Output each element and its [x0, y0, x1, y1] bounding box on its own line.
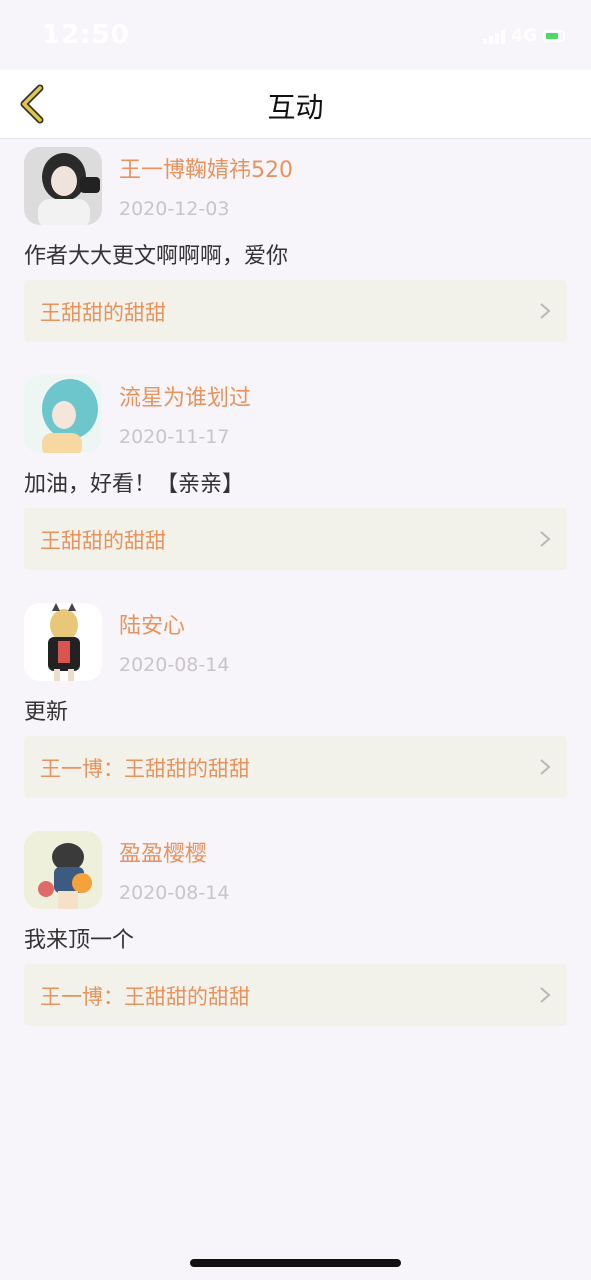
username[interactable]: 王一博鞠婧祎520: [119, 152, 293, 184]
avatar[interactable]: [24, 375, 102, 453]
avatar[interactable]: [24, 147, 102, 225]
comment-date: 2020-12-03: [119, 198, 230, 220]
status-bar: 12:50 4G: [0, 0, 591, 70]
comment-item: 盈盈樱樱 2020-08-14 我来顶一个 王一博：王甜甜的甜甜: [0, 822, 591, 1050]
signal-icon: [483, 28, 506, 44]
reference-title: 王甜甜的甜甜: [40, 529, 166, 553]
chevron-right-icon: [540, 759, 551, 775]
reference-link[interactable]: 王甜甜的甜甜: [24, 508, 567, 570]
username[interactable]: 流星为谁划过: [119, 380, 251, 412]
username[interactable]: 盈盈樱樱: [119, 836, 207, 868]
network-type: 4G: [511, 26, 537, 46]
page-title: 互动: [267, 91, 324, 124]
chevron-right-icon: [540, 303, 551, 319]
comment-text: 作者大大更文啊啊啊，爱你: [24, 244, 289, 269]
comment-list: 王一博鞠婧祎520 2020-12-03 作者大大更文啊啊啊，爱你 王甜甜的甜甜…: [0, 138, 591, 1050]
battery-icon: [543, 30, 565, 42]
comment-text: 加油，好看！【亲亲】: [24, 472, 245, 497]
comment-date: 2020-11-17: [119, 426, 230, 448]
avatar[interactable]: [24, 603, 102, 681]
chevron-right-icon: [540, 987, 551, 1003]
comment-item: 陆安心 2020-08-14 更新 王一博：王甜甜的甜甜: [0, 594, 591, 822]
avatar[interactable]: [24, 831, 102, 909]
reference-title: 王甜甜的甜甜: [40, 301, 166, 325]
username[interactable]: 陆安心: [119, 608, 185, 640]
comment-item: 王一博鞠婧祎520 2020-12-03 作者大大更文啊啊啊，爱你 王甜甜的甜甜: [0, 138, 591, 366]
status-time: 12:50: [42, 20, 130, 50]
chevron-right-icon: [540, 531, 551, 547]
comment-text: 更新: [24, 700, 69, 725]
reference-title: 王一博：王甜甜的甜甜: [40, 985, 250, 1009]
comment-text: 我来顶一个: [24, 928, 135, 953]
comment-item: 流星为谁划过 2020-11-17 加油，好看！【亲亲】 王甜甜的甜甜: [0, 366, 591, 594]
reference-link[interactable]: 王甜甜的甜甜: [24, 280, 567, 342]
home-indicator[interactable]: [190, 1259, 401, 1267]
comment-date: 2020-08-14: [119, 882, 230, 904]
nav-bar: 互动: [0, 70, 591, 139]
reference-link[interactable]: 王一博：王甜甜的甜甜: [24, 736, 567, 798]
comment-date: 2020-08-14: [119, 654, 230, 676]
status-icons: 4G: [483, 26, 565, 46]
reference-title: 王一博：王甜甜的甜甜: [40, 757, 250, 781]
reference-link[interactable]: 王一博：王甜甜的甜甜: [24, 964, 567, 1026]
